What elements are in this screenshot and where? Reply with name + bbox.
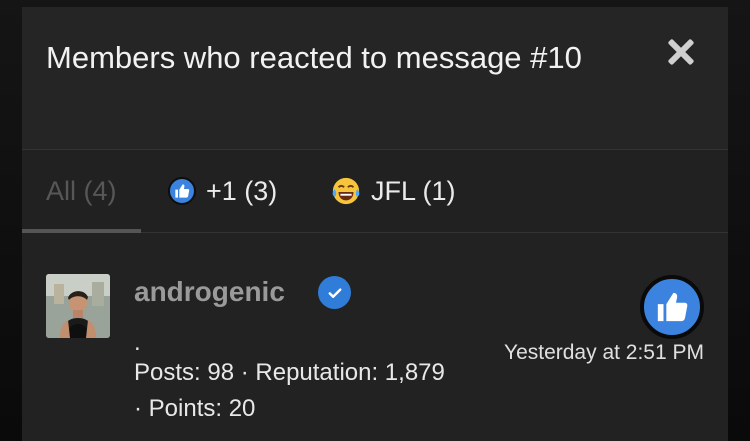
member-custom-title: . <box>134 329 141 356</box>
member-username[interactable]: androgenic <box>134 276 285 308</box>
thumbs-up-icon <box>640 275 704 339</box>
member-row: androgenic . Posts: 98 · Reputation: 1,8… <box>22 233 728 441</box>
reaction-timestamp[interactable]: Yesterday at 2:51 PM <box>504 341 704 365</box>
modal-header: Members who reacted to message #10 <box>22 7 728 150</box>
thumbs-up-icon <box>168 177 196 205</box>
tab-all[interactable]: All (4) <box>22 150 140 233</box>
tab-label: All (4) <box>46 175 117 206</box>
tab-plus-one[interactable]: +1 (3) <box>168 150 277 232</box>
crying-laughing-emoji-icon <box>332 177 360 205</box>
reaction-tabs: All (4) +1 (3) JFL (1) <box>22 150 728 233</box>
member-stats-line: Posts: 98 · Reputation: 1,879 <box>134 359 445 386</box>
modal-title: Members who reacted to message #10 <box>46 40 582 75</box>
tab-label: +1 (3) <box>206 175 278 206</box>
reactions-modal: Members who reacted to message #10 All (… <box>22 7 728 441</box>
avatar[interactable] <box>46 274 110 338</box>
tab-jfl[interactable]: JFL (1) <box>331 150 456 232</box>
member-stats-line: · Points: 20 <box>134 395 256 422</box>
verified-check-icon <box>318 276 351 309</box>
member-stats: Posts: 98 · Reputation: 1,879 · Points: … <box>134 355 494 427</box>
tab-label: JFL (1) <box>371 175 456 206</box>
close-icon[interactable] <box>666 37 696 67</box>
